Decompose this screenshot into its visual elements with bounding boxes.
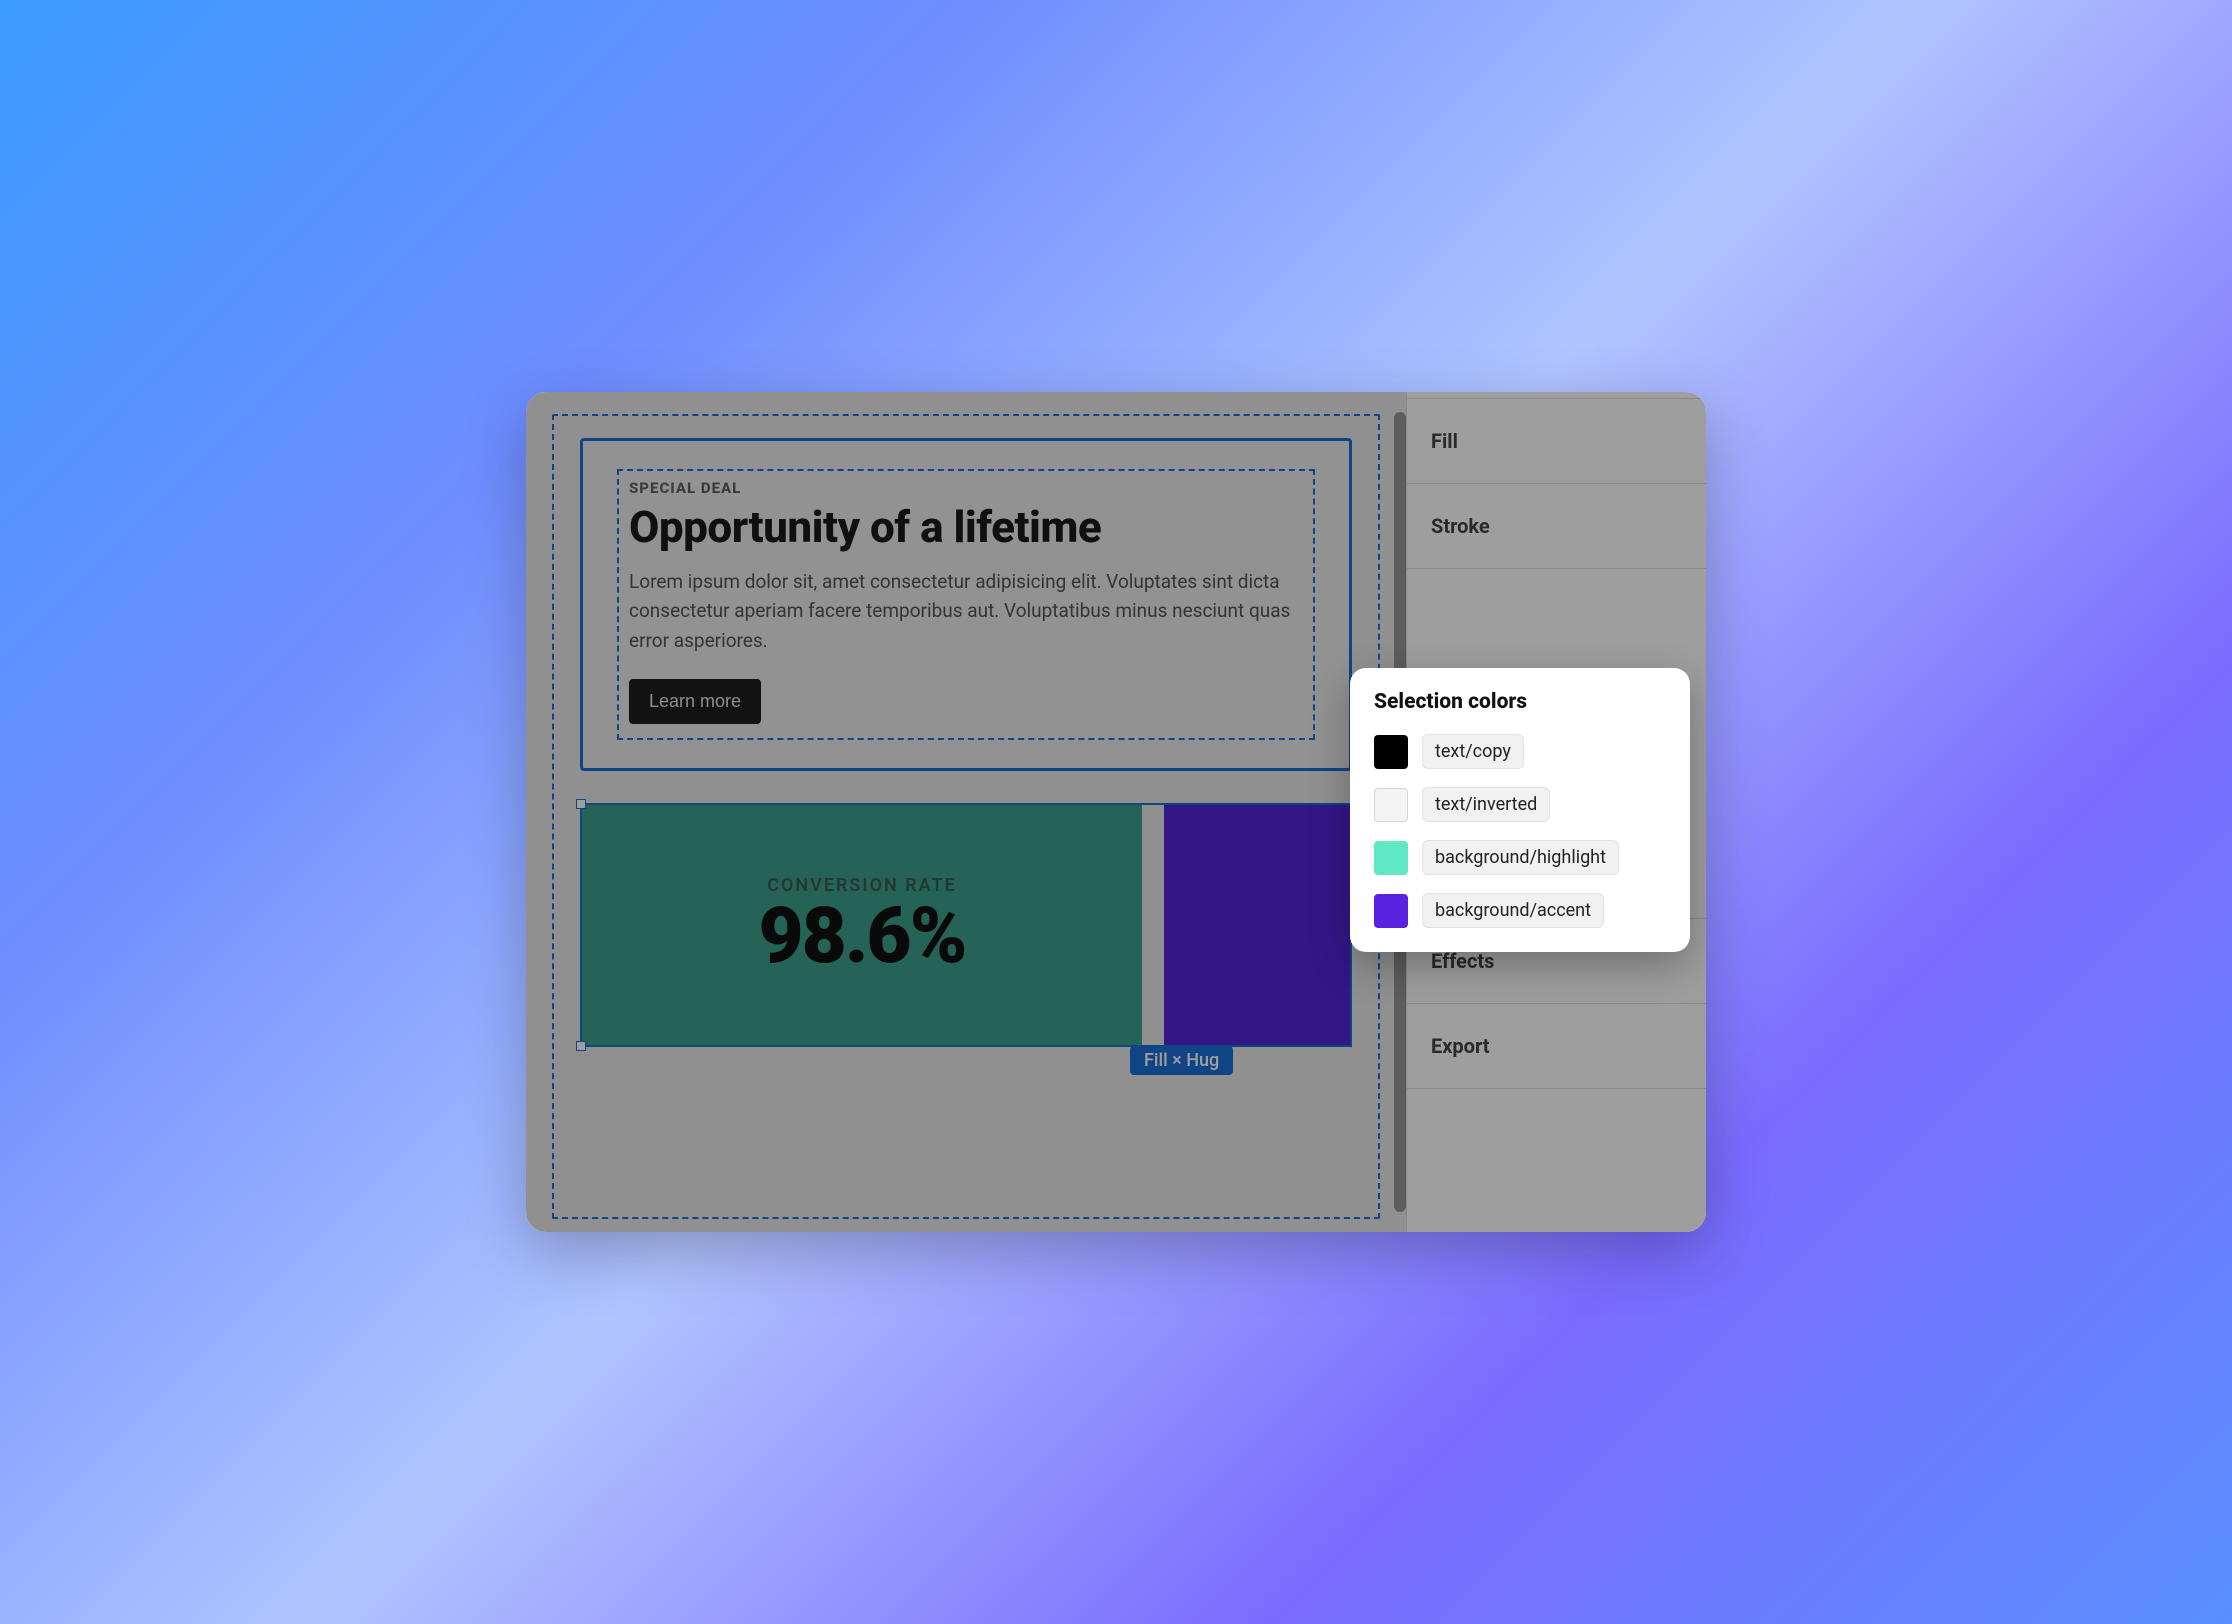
panel-section-stroke[interactable]: Stroke [1407, 484, 1706, 569]
learn-more-button[interactable]: Learn more [629, 679, 761, 724]
selection-colors-popover: Selection colors text/copy text/inverted… [1350, 668, 1690, 952]
color-row-text-copy: text/copy [1374, 734, 1666, 769]
headline-text: Opportunity of a lifetime [629, 501, 1301, 553]
variable-chip-text-inverted[interactable]: text/inverted [1422, 787, 1550, 822]
promo-card-content-outline: SPECIAL DEAL Opportunity of a lifetime L… [617, 469, 1315, 740]
stat-tile-highlight[interactable]: CONVERSION RATE 98.6% [582, 805, 1142, 1045]
color-row-text-inverted: text/inverted [1374, 787, 1666, 822]
promo-card-frame[interactable]: SPECIAL DEAL Opportunity of a lifetime L… [580, 438, 1352, 771]
variable-chip-background-accent[interactable]: background/accent [1422, 893, 1604, 928]
variable-chip-text-copy[interactable]: text/copy [1422, 734, 1524, 769]
stat-value: 98.6% [758, 898, 965, 976]
layout-size-badge: Fill × Hug [1130, 1046, 1233, 1075]
selected-stats-row[interactable]: CONVERSION RATE 98.6% Fill × Hug [580, 803, 1352, 1047]
canvas-area[interactable]: SPECIAL DEAL Opportunity of a lifetime L… [526, 392, 1406, 1232]
color-row-background-accent: background/accent [1374, 893, 1666, 928]
variable-chip-background-highlight[interactable]: background/highlight [1422, 840, 1619, 875]
parent-frame-outline: SPECIAL DEAL Opportunity of a lifetime L… [552, 414, 1380, 1219]
color-row-background-highlight: background/highlight [1374, 840, 1666, 875]
design-tool-window: SPECIAL DEAL Opportunity of a lifetime L… [526, 392, 1706, 1232]
swatch-text-inverted[interactable] [1374, 788, 1408, 822]
selection-handle-top-left[interactable] [576, 799, 586, 809]
swatch-text-copy[interactable] [1374, 735, 1408, 769]
selection-handle-bottom-left[interactable] [576, 1041, 586, 1051]
stat-tile-accent[interactable] [1164, 805, 1350, 1045]
swatch-background-highlight[interactable] [1374, 841, 1408, 875]
panel-section-export[interactable]: Export [1407, 1004, 1706, 1089]
eyebrow-text: SPECIAL DEAL [629, 479, 1301, 497]
popover-title: Selection colors [1374, 690, 1666, 714]
body-copy-text: Lorem ipsum dolor sit, amet consectetur … [629, 567, 1301, 655]
panel-section-fill[interactable]: Fill [1407, 398, 1706, 484]
swatch-background-accent[interactable] [1374, 894, 1408, 928]
